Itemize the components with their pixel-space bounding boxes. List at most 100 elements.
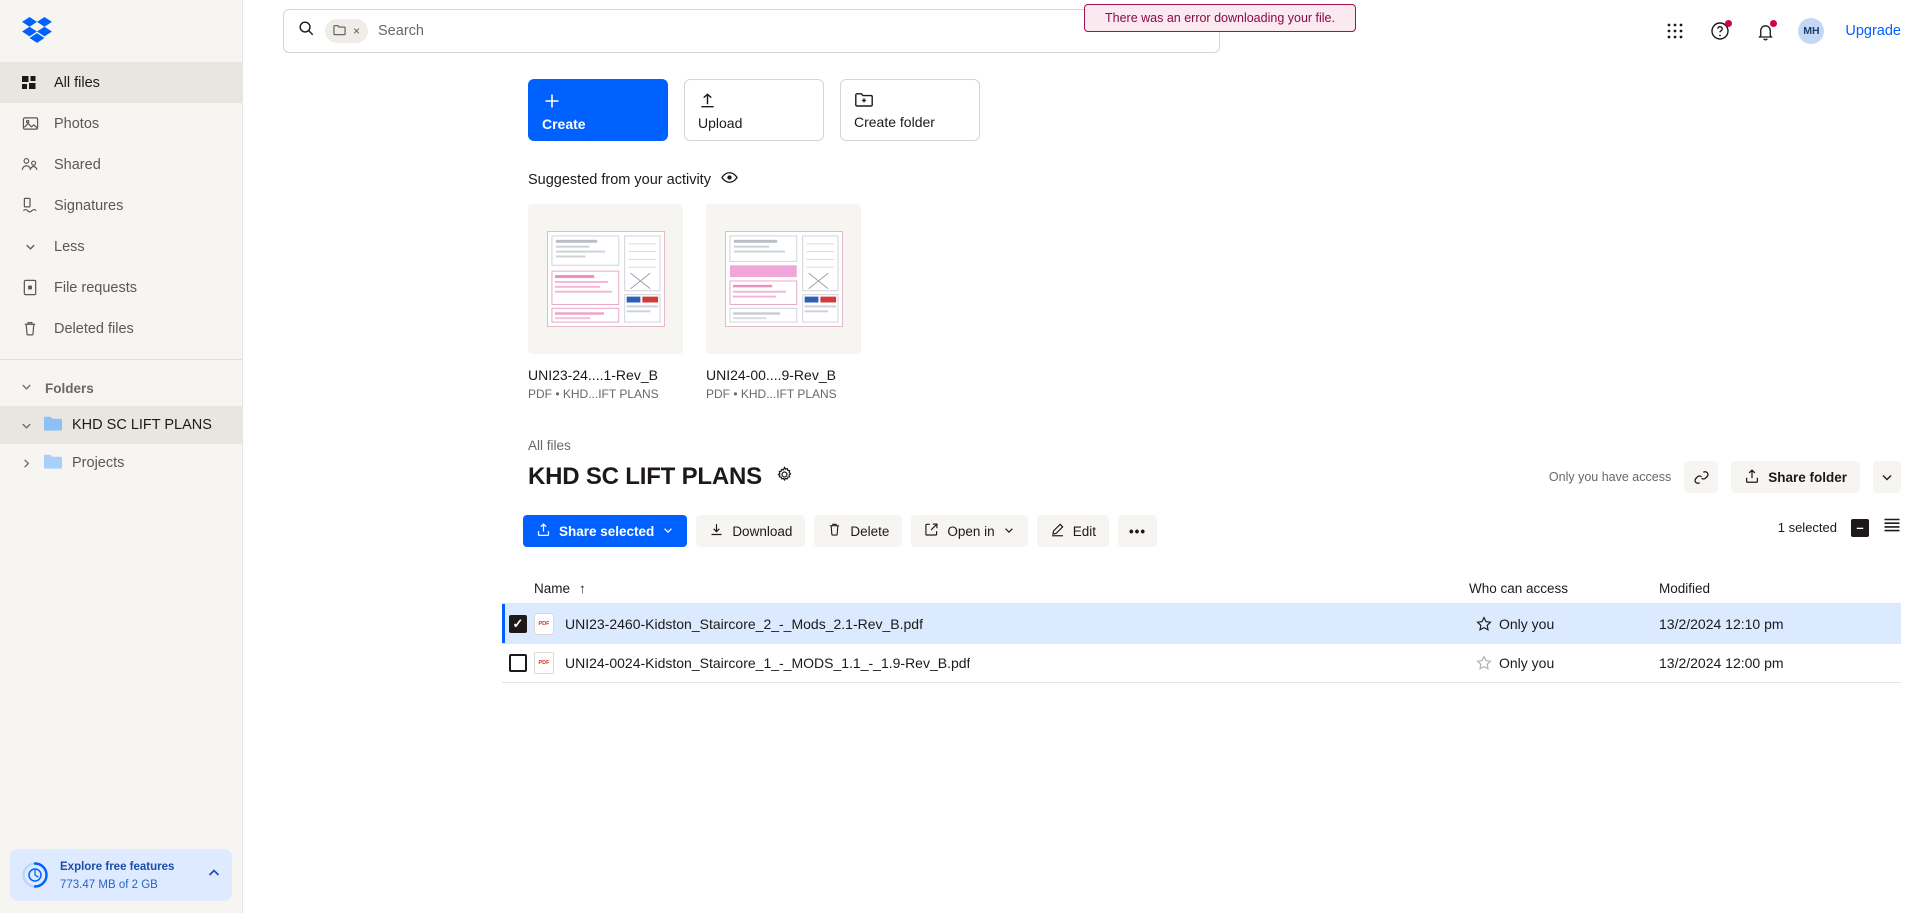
dropbox-logo[interactable] xyxy=(0,0,242,62)
folder-title-row: KHD SC LIFT PLANS Only you have access S… xyxy=(243,453,1919,493)
upgrade-link[interactable]: Upgrade xyxy=(1845,23,1901,39)
suggested-title: Suggested from your activity xyxy=(528,171,711,188)
suggested-card-subtitle: PDF • KHD...IFT PLANS xyxy=(528,387,659,401)
sidebar-item-less[interactable]: Less xyxy=(0,226,242,267)
create-button[interactable]: Create xyxy=(528,79,668,141)
delete-button[interactable]: Delete xyxy=(814,515,903,547)
upload-button[interactable]: Upload xyxy=(684,79,824,141)
selection-status: 1 selected – xyxy=(1778,517,1901,538)
sidebar: All files Photos Shared Signatures Less xyxy=(0,0,243,913)
file-name[interactable]: UNI23-2460-Kidston_Staircore_2_-_Mods_2.… xyxy=(565,616,923,632)
apps-grid-icon[interactable] xyxy=(1663,19,1687,43)
create-folder-button[interactable]: Create folder xyxy=(840,79,980,141)
chevron-down-icon xyxy=(20,237,40,257)
sidebar-folder-projects[interactable]: Projects xyxy=(0,444,242,482)
file-name[interactable]: UNI24-0024-Kidston_Staircore_1_-_MODS_1.… xyxy=(565,655,970,671)
notification-bell-icon[interactable] xyxy=(1753,19,1778,43)
selected-count: 1 selected xyxy=(1777,520,1837,535)
table-row[interactable]: ✓ PDF UNI23-2460-Kidston_Staircore_2_-_M… xyxy=(502,603,1901,643)
sidebar-item-label: Deleted files xyxy=(54,320,134,337)
sidebar-folders-header[interactable]: Folders xyxy=(0,370,242,406)
suggested-card[interactable]: UNI23-24....1-Rev_B PDF • KHD...IFT PLAN… xyxy=(528,204,683,401)
download-label: Download xyxy=(732,523,793,539)
search-chip-close-icon[interactable]: × xyxy=(353,24,360,38)
search-scope-chip[interactable]: × xyxy=(325,19,369,43)
edit-button[interactable]: Edit xyxy=(1036,515,1109,547)
pdf-file-icon: PDF xyxy=(534,652,554,674)
check-icon: ✓ xyxy=(512,616,524,631)
star-icon[interactable] xyxy=(1469,655,1499,671)
column-header-modified[interactable]: Modified xyxy=(1659,581,1901,596)
folder-icon xyxy=(43,415,63,435)
chevron-down-icon xyxy=(662,524,674,539)
share-upload-icon xyxy=(1744,468,1760,487)
chevron-up-icon[interactable] xyxy=(206,865,222,886)
sidebar-item-label: File requests xyxy=(54,279,138,296)
drawing-preview xyxy=(724,231,843,327)
folder-plus-icon xyxy=(854,91,966,114)
storage-banner[interactable]: Explore free features 773.47 MB of 2 GB xyxy=(10,849,232,901)
table-row[interactable]: PDF UNI24-0024-Kidston_Staircore_1_-_MOD… xyxy=(502,643,1901,683)
suggested-card-title: UNI23-24....1-Rev_B xyxy=(528,367,658,383)
table-header: Name ↑ Who can access Modified xyxy=(502,573,1901,603)
sidebar-item-photos[interactable]: Photos xyxy=(0,103,242,144)
sidebar-item-all-files[interactable]: All files xyxy=(0,62,242,103)
storage-text: Explore free features 773.47 MB of 2 GB xyxy=(60,857,196,893)
error-toast-message: There was an error downloading your file… xyxy=(1105,11,1335,25)
breadcrumb[interactable]: All files xyxy=(243,401,1919,453)
help-badge-dot xyxy=(1725,20,1733,27)
share-selected-label: Share selected xyxy=(559,523,655,539)
sidebar-item-file-requests[interactable]: File requests xyxy=(0,267,242,308)
sidebar-item-deleted-files[interactable]: Deleted files xyxy=(0,308,242,349)
suggested-card[interactable]: UNI24-00....9-Rev_B PDF • KHD...IFT PLAN… xyxy=(706,204,861,401)
search-icon xyxy=(298,20,315,42)
avatar[interactable]: MH xyxy=(1798,18,1825,44)
suggested-cards: UNI23-24....1-Rev_B PDF • KHD...IFT PLAN… xyxy=(243,188,1919,401)
breadcrumb-all-files[interactable]: All files xyxy=(528,438,571,453)
column-header-name[interactable]: Name ↑ xyxy=(502,581,1469,596)
open-in-label: Open in xyxy=(947,523,995,539)
row-name-cell: PDF UNI23-2460-Kidston_Staircore_2_-_Mod… xyxy=(534,612,1469,635)
star-icon[interactable] xyxy=(1469,615,1499,632)
plus-icon xyxy=(542,91,654,116)
select-all-checkbox[interactable]: – xyxy=(1851,518,1869,537)
pencil-icon xyxy=(1050,522,1065,540)
action-cards: Create Upload Create folder xyxy=(243,62,1919,141)
column-header-access[interactable]: Who can access xyxy=(1469,581,1659,596)
chevron-right-icon[interactable] xyxy=(18,457,34,470)
access-note: Only you have access xyxy=(1548,470,1672,484)
open-in-button[interactable]: Open in xyxy=(911,515,1028,547)
more-actions-button[interactable]: ••• xyxy=(1117,515,1158,547)
edit-label: Edit xyxy=(1072,523,1096,539)
download-button[interactable]: Download xyxy=(696,515,806,547)
copy-link-button[interactable] xyxy=(1684,461,1719,493)
eye-icon[interactable] xyxy=(721,171,738,188)
column-name-label: Name xyxy=(534,580,571,596)
row-checkbox[interactable] xyxy=(509,654,527,672)
storage-usage: 773.47 MB of 2 GB xyxy=(60,879,158,891)
chevron-down-icon xyxy=(1003,524,1015,539)
share-upload-icon xyxy=(536,522,551,540)
gear-icon[interactable] xyxy=(776,466,793,488)
notification-badge-dot xyxy=(1770,20,1778,27)
row-modified: 13/2/2024 12:10 pm xyxy=(1659,615,1784,632)
signature-icon xyxy=(20,196,40,216)
suggested-card-subtitle: PDF • KHD...IFT PLANS xyxy=(706,387,837,401)
folder-icon xyxy=(43,453,63,473)
sidebar-folder-khd-sc-lift-plans[interactable]: KHD SC LIFT PLANS xyxy=(0,406,242,444)
shared-people-icon xyxy=(20,155,40,175)
sidebar-item-signatures[interactable]: Signatures xyxy=(0,185,242,226)
list-view-icon[interactable] xyxy=(1883,517,1901,538)
error-toast: There was an error downloading your file… xyxy=(1084,4,1356,32)
search-input[interactable] xyxy=(378,23,1205,39)
help-circle-icon[interactable] xyxy=(1708,19,1733,43)
row-checkbox-cell xyxy=(502,654,534,672)
row-checkbox[interactable]: ✓ xyxy=(509,614,527,633)
sidebar-item-shared[interactable]: Shared xyxy=(0,144,242,185)
share-options-caret[interactable] xyxy=(1873,461,1901,493)
chevron-down-icon[interactable] xyxy=(18,419,34,432)
open-external-icon xyxy=(924,522,939,540)
share-selected-button[interactable]: Share selected xyxy=(523,515,688,547)
search-bar[interactable]: × xyxy=(283,9,1220,53)
share-folder-button[interactable]: Share folder xyxy=(1731,461,1860,493)
